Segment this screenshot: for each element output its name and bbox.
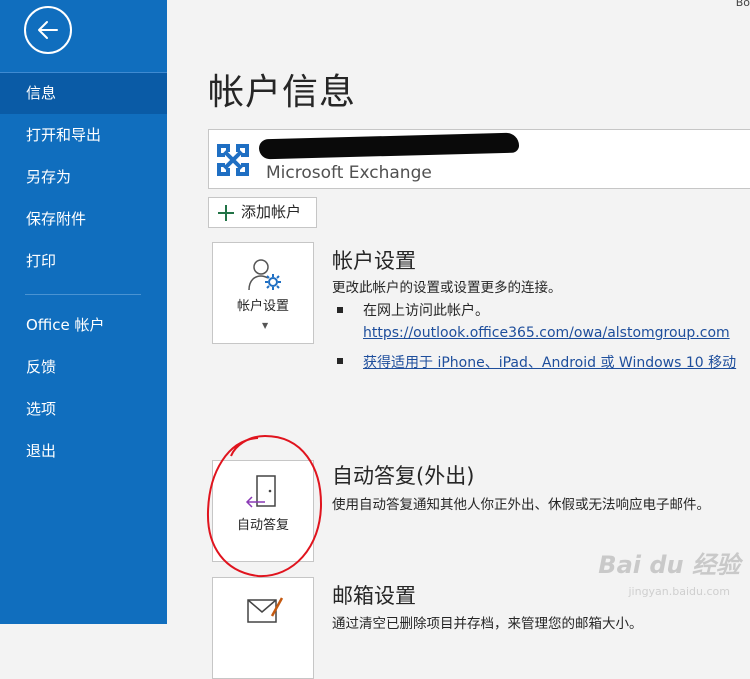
sidebar-item-save-as[interactable]: 另存为 [0, 157, 167, 198]
watermark: Bai du 经验 [598, 551, 740, 579]
sidebar-item-info[interactable]: 信息 [0, 73, 167, 114]
plus-icon [218, 205, 234, 221]
account-type-label: Microsoft Exchange [266, 163, 432, 183]
account-settings-tile[interactable]: 帐户设置 ▼ [212, 242, 314, 344]
back-arrow-icon [38, 21, 58, 39]
mailbox-settings-desc: 通过清空已删除项目并存档，来管理您的邮箱大小。 [332, 616, 643, 632]
backstage-sidebar: 信息 打开和导出 另存为 保存附件 打印 Office 帐户 反馈 选项 退出 [0, 0, 167, 624]
account-settings-desc: 更改此帐户的设置或设置更多的连接。 [332, 280, 562, 296]
sidebar-item-open-export[interactable]: 打开和导出 [0, 115, 167, 156]
add-account-button[interactable]: 添加帐户 [208, 197, 317, 228]
exchange-icon [217, 144, 249, 176]
mailbox-settings-title: 邮箱设置 [332, 584, 416, 608]
sidebar-item-feedback[interactable]: 反馈 [0, 347, 167, 388]
bullet-icon [337, 358, 343, 364]
sidebar-separator [25, 294, 141, 295]
sidebar-item-print[interactable]: 打印 [0, 241, 167, 282]
sidebar-item-exit[interactable]: 退出 [0, 431, 167, 472]
red-annotation-circle [206, 434, 323, 578]
sidebar-item-office-account[interactable]: Office 帐户 [0, 305, 167, 346]
add-account-label: 添加帐户 [241, 203, 302, 221]
account-settings-tile-label: 帐户设置 [236, 299, 289, 314]
sidebar-item-options[interactable]: 选项 [0, 389, 167, 430]
main-panel: Bo 帐户信息 Microsoft Exchange 添加帐户 帐户设置 ▼ 帐… [167, 0, 750, 679]
auto-reply-title: 自动答复(外出) [332, 464, 475, 488]
account-settings-icon [248, 259, 281, 291]
watermark-url: jingyan.baidu.com [628, 585, 730, 598]
bullet-icon [337, 307, 343, 313]
web-access-text: 在网上访问此帐户。 [363, 303, 489, 319]
sidebar-item-save-attachments[interactable]: 保存附件 [0, 199, 167, 240]
chevron-down-icon: ▼ [262, 321, 269, 330]
mailbox-cleanup-icon [247, 597, 284, 623]
user-name-fragment: Bo [735, 0, 750, 9]
page-title: 帐户信息 [208, 72, 357, 113]
mobile-apps-link[interactable]: 获得适用于 iPhone、iPad、Android 或 Windows 10 移… [363, 352, 736, 372]
auto-reply-desc: 使用自动答复通知其他人你正外出、休假或无法响应电子邮件。 [332, 497, 710, 513]
mailbox-settings-tile[interactable] [212, 577, 314, 679]
owa-link[interactable]: https://outlook.office365.com/owa/alstom… [363, 325, 730, 341]
account-settings-title: 帐户设置 [332, 249, 416, 273]
redacted-email [258, 132, 520, 160]
account-selector[interactable]: Microsoft Exchange [208, 129, 750, 189]
back-button[interactable] [24, 6, 72, 54]
